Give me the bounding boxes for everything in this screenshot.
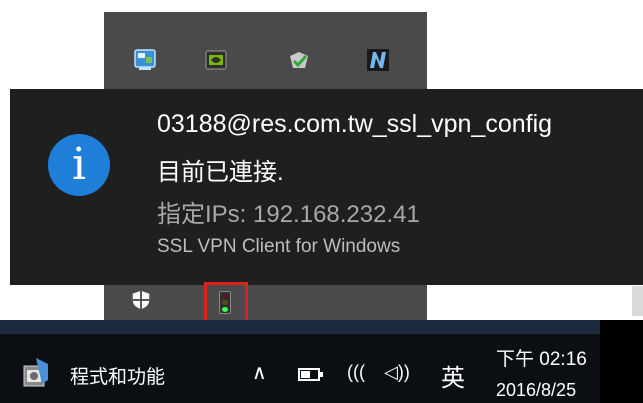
n-app-icon[interactable] — [366, 48, 390, 72]
security-check-icon[interactable] — [287, 48, 311, 72]
background-window-edge — [632, 286, 643, 316]
nvidia-icon[interactable] — [204, 48, 228, 72]
volume-icon[interactable]: ◁)) — [384, 362, 410, 383]
taskbar-app-label[interactable]: 程式和功能 — [70, 362, 165, 389]
notification-title: 03188@res.com.tw_ssl_vpn_config — [157, 110, 553, 138]
info-icon: i — [48, 134, 110, 196]
battery-icon[interactable] — [298, 368, 323, 381]
notification-assigned-ip: 指定IPs: 192.168.232.41 — [157, 201, 420, 228]
clock-date[interactable]: 2016/8/25 — [496, 380, 576, 401]
shield-icon[interactable] — [130, 289, 152, 311]
vpn-traffic-light-icon[interactable] — [219, 291, 231, 314]
taskbar-right-edge — [600, 320, 643, 403]
clock-time[interactable]: 下午 02:16 — [496, 344, 587, 371]
ime-indicator[interactable]: 英 — [441, 358, 465, 393]
notification-source: SSL VPN Client for Windows — [157, 236, 401, 257]
programs-and-features-icon[interactable] — [22, 356, 52, 390]
notification-status: 目前已連接. — [157, 159, 284, 186]
wifi-icon[interactable]: ((( — [347, 362, 365, 383]
show-hidden-icons-chevron-icon[interactable]: ∧ — [252, 360, 267, 385]
tray-icon-row — [104, 40, 427, 80]
network-config-icon[interactable] — [133, 48, 157, 72]
